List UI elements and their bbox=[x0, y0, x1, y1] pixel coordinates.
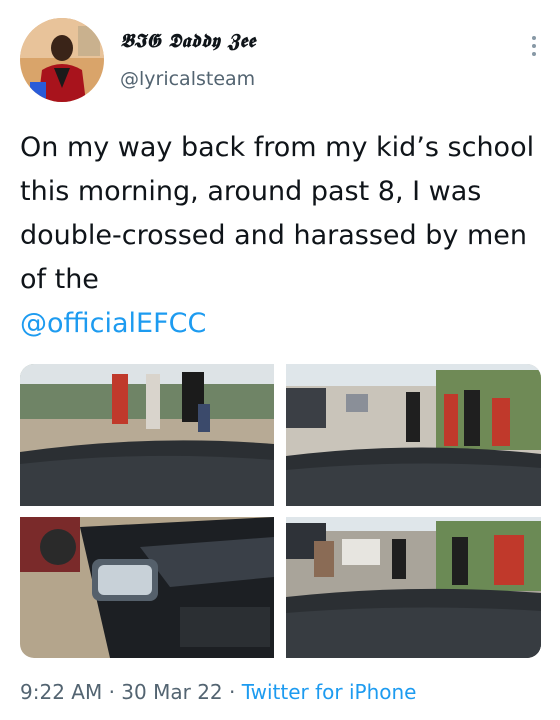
mention-link[interactable]: @officialEFCC bbox=[20, 308, 206, 339]
tweet-photo-4[interactable] bbox=[286, 517, 541, 658]
tweet-photo-1[interactable] bbox=[20, 364, 274, 506]
tweet-body: On my way back from my kid’s school this… bbox=[20, 132, 535, 295]
tweet-photo-2[interactable] bbox=[286, 364, 541, 506]
tweet-text: On my way back from my kid’s school this… bbox=[20, 126, 540, 346]
more-dot bbox=[532, 52, 536, 56]
more-options-icon[interactable] bbox=[522, 28, 546, 64]
tweet-meta: 9:22 AM · 30 Mar 22 · Twitter for iPhone bbox=[20, 680, 417, 704]
tweet-header: 𝕭𝕴𝕲 𝕯𝖆𝖉𝖉𝖞 𝖅𝖊𝖊 @lyricalsteam bbox=[0, 0, 560, 110]
media-grid bbox=[20, 364, 541, 658]
avatar[interactable] bbox=[20, 18, 104, 102]
user-handle[interactable]: @lyricalsteam bbox=[120, 68, 255, 90]
more-dot bbox=[532, 36, 536, 40]
tweet-source[interactable]: Twitter for iPhone bbox=[242, 680, 417, 704]
meta-separator: · bbox=[102, 680, 122, 704]
tweet-photo-3[interactable] bbox=[20, 517, 274, 658]
tweet-date[interactable]: 30 Mar 22 bbox=[121, 680, 222, 704]
meta-separator: · bbox=[222, 680, 242, 704]
more-dot bbox=[532, 44, 536, 48]
display-name[interactable]: 𝕭𝕴𝕲 𝕯𝖆𝖉𝖉𝖞 𝖅𝖊𝖊 bbox=[120, 30, 256, 52]
tweet-time[interactable]: 9:22 AM bbox=[20, 680, 102, 704]
